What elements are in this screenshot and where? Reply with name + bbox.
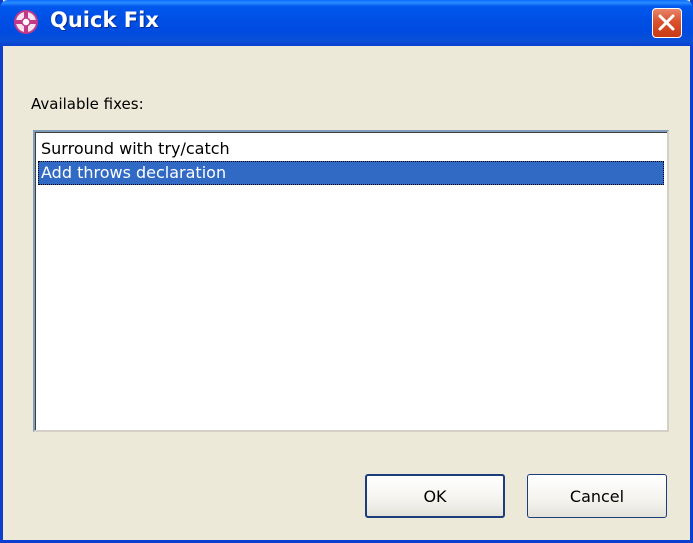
fixes-list[interactable]: Surround with try/catch Add throws decla… xyxy=(33,130,669,432)
title-bar[interactable]: Quick Fix xyxy=(0,0,693,46)
quick-fix-dialog: Quick Fix Available fixes: Surround with… xyxy=(0,0,693,543)
available-fixes-label: Available fixes: xyxy=(31,95,144,113)
cancel-button[interactable]: Cancel xyxy=(527,474,667,518)
list-item-add-throws[interactable]: Add throws declaration xyxy=(38,161,664,185)
list-item-surround-try-catch[interactable]: Surround with try/catch xyxy=(38,137,664,161)
window-title: Quick Fix xyxy=(50,8,159,32)
close-button[interactable] xyxy=(652,8,682,38)
quick-fix-icon xyxy=(13,9,39,35)
ok-button[interactable]: OK xyxy=(365,474,505,518)
